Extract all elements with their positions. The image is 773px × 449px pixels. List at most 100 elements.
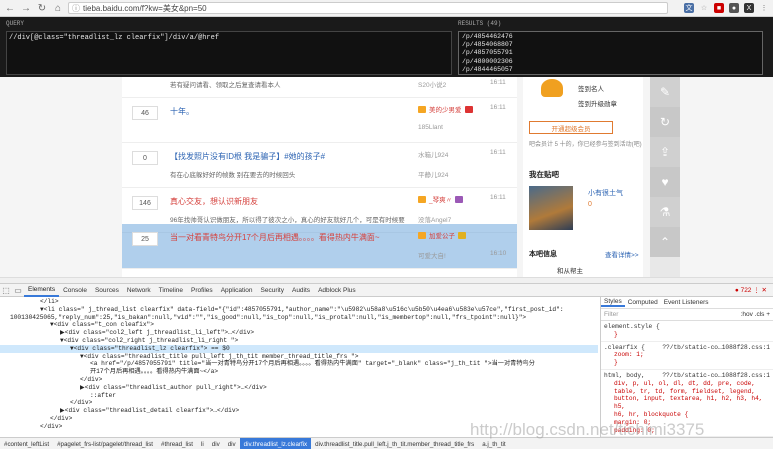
- dom-node-line[interactable]: ▶<div class="threadlist_detail clearfix"…: [0, 407, 598, 415]
- device-icon[interactable]: ▭: [12, 284, 24, 296]
- thread-title[interactable]: 【找发照片没有ID根 我是骗子】#她的孩子#: [170, 151, 325, 162]
- dom-node-line[interactable]: ▼<li class=" j_thread_list clearfix" dat…: [0, 306, 598, 314]
- forum-owner[interactable]: 和从帮主: [557, 265, 583, 275]
- breadcrumb-item[interactable]: div.threadlist_lz.clearfix: [239, 438, 312, 449]
- join-vip-button[interactable]: 开通超级会员: [529, 121, 613, 134]
- badge-link[interactable]: 签到升级勋章: [578, 98, 617, 108]
- error-count[interactable]: ● 722 ⋮ ✕: [735, 286, 767, 294]
- arrow-right-icon[interactable]: →: [20, 2, 32, 14]
- dom-node-line[interactable]: ▶<div class="col2_left j_threadlist_li_l…: [0, 329, 598, 337]
- elements-tree[interactable]: </li> ▼<li class=" j_thread_list clearfix…: [0, 297, 598, 437]
- thread-author[interactable]: 美的少男爱: [418, 104, 473, 114]
- translate-icon[interactable]: 文: [684, 3, 694, 13]
- reload-icon[interactable]: ↻: [36, 2, 48, 14]
- tab-application[interactable]: Application: [217, 284, 257, 297]
- username-link[interactable]: 小有很土气: [588, 188, 623, 198]
- hov-cls-buttons[interactable]: :hov .cls +: [741, 311, 770, 319]
- tab-elements[interactable]: Elements: [24, 284, 60, 297]
- thread-title[interactable]: 真心交友，想认识新朋友: [170, 196, 258, 207]
- refresh-icon[interactable]: ↻: [650, 107, 680, 137]
- arrow-left-icon[interactable]: ←: [4, 2, 16, 14]
- style-rule[interactable]: ??/tb/static-co…1088f28.css:1 html, body,…: [601, 370, 773, 437]
- style-property[interactable]: table, tr, td, form, fieldset, legend,: [604, 388, 770, 396]
- extension-icon[interactable]: ●: [729, 3, 739, 13]
- edit-icon[interactable]: ✎: [650, 77, 680, 107]
- style-rule[interactable]: element.style {}: [601, 321, 773, 342]
- dom-node-line[interactable]: 开17个月后再相遇。。。。看得热内牛满面~</a>: [0, 368, 598, 376]
- share-icon[interactable]: ⇪: [650, 137, 680, 167]
- thread-author[interactable]: _琴爽〃: [418, 194, 464, 204]
- inspect-icon[interactable]: ⬚: [0, 284, 12, 296]
- last-reply[interactable]: 可爱大自!: [418, 250, 446, 260]
- adblock-icon[interactable]: ■: [714, 3, 724, 13]
- info-icon[interactable]: ⓘ: [72, 3, 80, 14]
- breadcrumb-item[interactable]: #pagelet_frs-list/pagelet/thread_list: [53, 441, 157, 448]
- tab-timeline[interactable]: Timeline: [155, 284, 187, 297]
- style-property[interactable]: h6, hr, blockquote {: [604, 411, 770, 419]
- tab-event-listeners[interactable]: Event Listeners: [661, 299, 712, 307]
- view-details-link[interactable]: 查看详情>>: [605, 249, 639, 259]
- dom-node-line[interactable]: ▶<div class="threadlist_author pull_righ…: [0, 384, 598, 392]
- breadcrumb-item[interactable]: #content_leftList: [0, 441, 53, 448]
- dom-node-line[interactable]: ▼<div class="t_con cleafix">: [0, 321, 598, 329]
- reply-count: 25: [132, 232, 158, 246]
- tab-profiles[interactable]: Profiles: [187, 284, 217, 297]
- thread-title[interactable]: 十年。: [170, 106, 194, 117]
- tab-network[interactable]: Network: [123, 284, 155, 297]
- heart-icon[interactable]: ♥: [650, 167, 680, 197]
- styles-filter[interactable]: Filter :hov .cls +: [601, 309, 773, 321]
- breadcrumb-item[interactable]: div.threadlist_title.pull_left.j_th_tit.…: [311, 441, 478, 448]
- flask-icon[interactable]: ⚗: [650, 197, 680, 227]
- dom-node-line[interactable]: </li>: [0, 298, 598, 306]
- sign-link[interactable]: 签到名人: [578, 83, 604, 93]
- dom-node-line[interactable]: ::after: [0, 392, 598, 400]
- style-rule[interactable]: ??/tb/static-co…1088f28.css:1 .clearfix {…: [601, 342, 773, 370]
- last-reply[interactable]: 185Llant: [418, 124, 443, 131]
- breadcrumb-item[interactable]: a.j_th_tit: [478, 441, 509, 448]
- menu-icon[interactable]: ⋮: [759, 3, 769, 13]
- dom-node-line[interactable]: </div>: [0, 415, 598, 423]
- xpath-query-input[interactable]: //div[@class="threadlist_lz clearfix"]/d…: [6, 31, 452, 75]
- thread-author[interactable]: 加爱公子: [418, 230, 466, 240]
- style-property[interactable]: div, p, ul, ol, dl, dt, dd, pre, code,: [604, 380, 770, 388]
- dom-node-line[interactable]: ▼<div class="threadlist_lz clearfix"> ==…: [0, 344, 598, 353]
- address-bar[interactable]: ⓘ tieba.baidu.com/f?kw=美女&pn=50: [68, 2, 668, 14]
- style-property[interactable]: zoom: 1;: [604, 351, 770, 359]
- last-reply[interactable]: S20小说2: [418, 79, 446, 89]
- xpath-results[interactable]: /p/4854462476 /p/4854068807 /p/485705579…: [458, 31, 763, 75]
- home-icon[interactable]: ⌂: [52, 2, 64, 14]
- dom-node-line[interactable]: ▼<div class="col2_right j_threadlist_li_…: [0, 337, 598, 345]
- style-property[interactable]: padding: 0;: [604, 427, 770, 435]
- tab-sources[interactable]: Sources: [91, 284, 123, 297]
- breadcrumb-item[interactable]: #thread_list: [157, 441, 197, 448]
- tab-computed[interactable]: Computed: [625, 299, 661, 307]
- chevron-up-icon[interactable]: ⌃: [650, 227, 680, 257]
- dom-node-line[interactable]: </div>: [0, 376, 598, 384]
- tab-styles[interactable]: Styles: [601, 298, 625, 308]
- style-property[interactable]: button, input, textarea, h1, h2, h3, h4,…: [604, 395, 770, 411]
- filter-input[interactable]: Filter: [604, 311, 618, 319]
- stylesheet-link[interactable]: ??/tb/static-co…1088f28.css:1: [662, 344, 770, 352]
- tab-audits[interactable]: Audits: [288, 284, 314, 297]
- dom-node-line[interactable]: <a href="/p/4857055791" title="当一对青特鸟分开1…: [0, 360, 598, 368]
- stylesheet-link[interactable]: ??/tb/static-co…1088f28.css:1: [662, 372, 770, 380]
- last-reply[interactable]: 平静儿924: [418, 169, 448, 179]
- thread-title[interactable]: 当一对看青特鸟分开17个月后再相遇。。。。看得热内牛满面~: [170, 232, 380, 243]
- star-icon[interactable]: ☆: [699, 3, 709, 13]
- style-property[interactable]: }: [604, 359, 770, 367]
- xpath-icon[interactable]: X: [744, 3, 754, 13]
- breadcrumb-item[interactable]: div: [208, 441, 224, 448]
- avatar[interactable]: [529, 186, 573, 230]
- thread-author[interactable]: 水箱儿924: [418, 149, 448, 159]
- breadcrumb-item[interactable]: li: [197, 441, 208, 448]
- style-property[interactable]: margin: 0;: [604, 419, 770, 427]
- style-property[interactable]: }: [604, 331, 770, 339]
- tab-security[interactable]: Security: [257, 284, 288, 297]
- last-reply[interactable]: 没落Angel7: [418, 214, 451, 224]
- breadcrumb-item[interactable]: div: [224, 441, 240, 448]
- tab-adblock[interactable]: Adblock Plus: [314, 284, 360, 297]
- dom-node-line[interactable]: </div>: [0, 423, 598, 431]
- dom-node-line[interactable]: </div>: [0, 399, 598, 407]
- tab-console[interactable]: Console: [59, 284, 91, 297]
- dom-node-line[interactable]: 100130425065,"reply_num":25,"is_bakan":n…: [0, 314, 598, 322]
